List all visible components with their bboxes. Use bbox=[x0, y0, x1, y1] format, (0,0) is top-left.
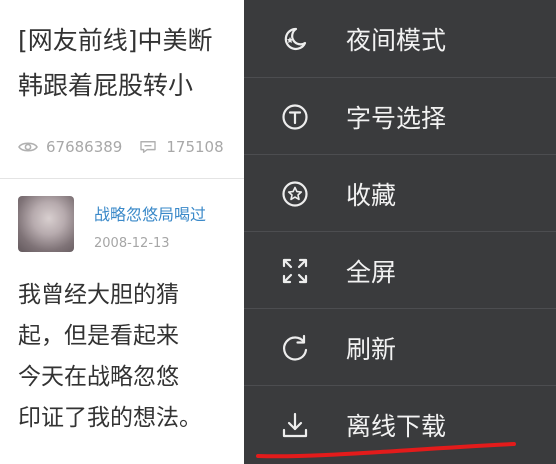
menu-item-label: 离线下载 bbox=[346, 411, 447, 441]
night-mode-icon bbox=[278, 22, 312, 56]
menu-item-label: 收藏 bbox=[346, 180, 397, 210]
eye-icon bbox=[18, 142, 38, 152]
article-stats: 67686389 175108 bbox=[18, 134, 240, 160]
overflow-menu: 夜间模式 字号选择 收藏 全屏 刷新 离线下载 bbox=[244, 0, 556, 464]
menu-item-label: 全屏 bbox=[346, 257, 397, 287]
download-icon bbox=[278, 408, 312, 442]
views-stat: 67686389 bbox=[18, 138, 122, 156]
menu-item-label: 夜间模式 bbox=[346, 25, 447, 55]
menu-item-night-mode[interactable]: 夜间模式 bbox=[244, 0, 556, 77]
menu-item-refresh[interactable]: 刷新 bbox=[244, 308, 556, 386]
favorite-star-icon bbox=[278, 177, 312, 211]
comments-count: 175108 bbox=[166, 138, 224, 156]
comment-icon bbox=[140, 141, 157, 153]
menu-item-fullscreen[interactable]: 全屏 bbox=[244, 231, 556, 309]
font-size-icon bbox=[278, 100, 312, 134]
post-date: 2008-12-13 bbox=[94, 236, 170, 251]
views-count: 67686389 bbox=[46, 138, 123, 156]
avatar[interactable] bbox=[18, 196, 74, 252]
menu-item-label: 刷新 bbox=[346, 334, 397, 364]
fullscreen-icon bbox=[278, 254, 312, 288]
highlight-underline bbox=[256, 442, 516, 459]
comments-stat[interactable]: 175108 bbox=[138, 138, 224, 156]
menu-item-font-size[interactable]: 字号选择 bbox=[244, 77, 556, 155]
author-name[interactable]: 战略忽悠局喝过 bbox=[94, 201, 206, 225]
refresh-icon bbox=[278, 331, 312, 365]
menu-item-favorite[interactable]: 收藏 bbox=[244, 154, 556, 232]
menu-item-label: 字号选择 bbox=[346, 103, 447, 133]
